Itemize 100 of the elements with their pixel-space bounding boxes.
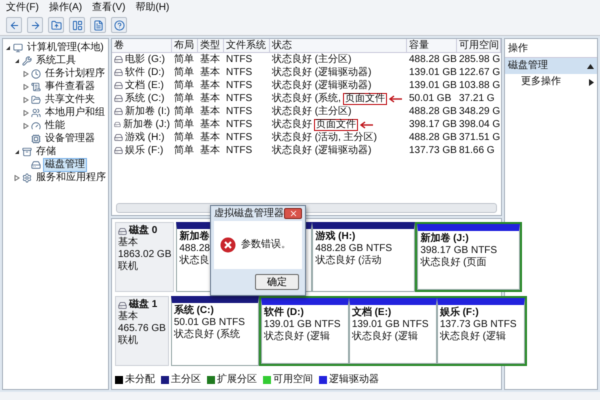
table-cell: 简单 xyxy=(174,118,194,130)
panel-icon xyxy=(72,20,82,30)
column-header[interactable]: 容量 xyxy=(407,39,457,53)
table-cell: NTFS xyxy=(226,106,252,118)
table-cell: 简单 xyxy=(174,132,194,144)
tree-item[interactable]: 计算机管理(本地) xyxy=(25,40,106,54)
table-cell: 简单 xyxy=(174,80,194,92)
drive-icon xyxy=(114,81,123,90)
drive-icon xyxy=(114,120,121,129)
expand-icon[interactable] xyxy=(23,110,29,116)
partition-status: 状态良 xyxy=(179,255,210,267)
menu-item[interactable]: 查看(V) xyxy=(92,2,126,14)
partition-block[interactable]: 系统 (C:) 50.01 GB NTFS 状态良好 (系统 xyxy=(170,296,259,366)
column-header[interactable]: 类型 xyxy=(198,39,224,53)
table-cell: 新加卷 (J:) xyxy=(122,118,170,130)
table-cell: 基本 xyxy=(200,54,220,66)
expand-icon[interactable] xyxy=(23,122,29,128)
table-cell: NTFS xyxy=(226,118,252,130)
tree-item[interactable]: 系统工具 xyxy=(34,54,78,68)
disk-info-panel[interactable]: 磁盘 1 基本 465.76 GB 联机 xyxy=(115,296,169,366)
folder-icon xyxy=(31,94,41,104)
partition-name: 新加卷 xyxy=(179,231,210,243)
expand-icon[interactable] xyxy=(14,174,20,180)
partition-size: 50.01 GB NTFS xyxy=(174,317,245,328)
toolbar-button[interactable] xyxy=(27,17,43,33)
table-cell: 状态良好 (逻辑驱动器) xyxy=(272,80,372,92)
close-button[interactable] xyxy=(284,208,302,219)
tree-item[interactable]: 本地用户和组 xyxy=(43,106,107,120)
expand-icon[interactable] xyxy=(23,96,29,102)
tree-item[interactable]: 性能 xyxy=(43,118,67,132)
table-cell: 139.01 GB xyxy=(409,66,457,78)
toolbar-button[interactable] xyxy=(111,17,127,33)
partition-block[interactable]: 软件 (D:) 139.01 GB NTFS 状态良好 (逻辑 xyxy=(260,298,349,364)
column-header[interactable]: 可用空间 xyxy=(457,39,501,53)
error-message: 参数错误。 xyxy=(241,239,291,251)
toolbar-button[interactable] xyxy=(69,17,85,33)
table-cell: 简单 xyxy=(174,66,194,78)
action-item[interactable]: 更多操作 xyxy=(505,74,597,90)
partition-status: 状态良好 (逻辑 xyxy=(264,331,330,343)
table-cell: 基本 xyxy=(200,132,220,144)
menu-item[interactable]: 文件(F) xyxy=(6,2,39,14)
disk-type: 基本 xyxy=(118,311,139,323)
partition-name: 新加卷 (J:) xyxy=(420,233,469,245)
ok-button[interactable]: 确定 xyxy=(255,274,299,290)
column-header[interactable]: 文件系统 xyxy=(224,39,270,53)
partition-block[interactable]: 娱乐 (F:) 137.73 GB NTFS 状态良好 (逻辑 xyxy=(436,298,525,364)
partition-size: 488.28 GB NTFS xyxy=(315,243,392,254)
expand-icon[interactable] xyxy=(23,70,29,76)
tree-item[interactable]: 任务计划程序 xyxy=(43,66,107,80)
action-label: 更多操作 xyxy=(521,76,561,88)
table-cell: 488.28 GB xyxy=(409,54,457,66)
partition-block[interactable]: 文档 (E:) 139.01 GB NTFS 状态良好 (逻辑 xyxy=(348,298,437,364)
collapse-icon[interactable] xyxy=(14,148,20,154)
menu-item[interactable]: 帮助(H) xyxy=(135,2,170,14)
tree-item[interactable]: 事件查看器 xyxy=(43,80,97,94)
disk-info-panel[interactable]: 磁盘 0 基本 1863.02 GB 联机 xyxy=(115,222,174,292)
column-header[interactable]: 状态 xyxy=(270,39,407,53)
partition-name: 游戏 (H:) xyxy=(315,231,356,243)
disk-name: 磁盘 0 xyxy=(129,225,158,236)
partition-block[interactable]: 新加卷 (J:) 398.17 GB NTFS 状态良好 (页面 xyxy=(417,224,520,290)
table-cell: 系统 (C:) xyxy=(125,92,164,104)
partition-status: 状态良好 (页面 xyxy=(420,257,486,269)
table-cell: 398.04 G xyxy=(459,118,500,130)
wrench-icon xyxy=(22,56,32,66)
expand-icon[interactable] xyxy=(23,84,29,90)
monitor-icon xyxy=(13,42,23,52)
error-icon xyxy=(220,237,236,253)
column-header[interactable]: 卷 xyxy=(112,39,172,53)
partition-status: 状态良好 (逻辑 xyxy=(440,331,506,343)
column-header[interactable]: 布局 xyxy=(172,39,198,53)
chip-icon xyxy=(31,134,41,144)
table-cell: 状态良好 (逻辑驱动器) xyxy=(272,66,372,78)
collapse-icon[interactable] xyxy=(587,64,594,68)
action-section-header[interactable]: 磁盘管理 xyxy=(505,58,597,74)
table-cell: 122.67 G xyxy=(459,66,500,78)
tree-item[interactable]: 存储 xyxy=(34,144,58,158)
table-cell: 基本 xyxy=(200,66,220,78)
tree-item[interactable]: 设备管理器 xyxy=(43,132,97,146)
table-cell: 简单 xyxy=(174,144,194,156)
legend-label: 可用空间 xyxy=(273,374,313,386)
forward-icon xyxy=(30,20,40,30)
menu-item[interactable]: 操作(A) xyxy=(48,2,82,14)
table-cell: 新加卷 (I:) xyxy=(125,106,170,118)
legend-label: 主分区 xyxy=(171,374,201,386)
tree-item[interactable]: 共享文件夹 xyxy=(43,92,97,106)
partition-block[interactable]: 游戏 (H:) 488.28 GB NTFS 状态良好 (活动 xyxy=(312,222,416,292)
toolbar-button[interactable] xyxy=(48,17,64,33)
scroll-icon xyxy=(31,82,41,92)
table-cell: 状态良好 (主分区) xyxy=(272,54,352,66)
collapse-icon[interactable] xyxy=(14,58,20,64)
collapse-icon[interactable] xyxy=(5,44,11,50)
toolbar-button[interactable] xyxy=(90,17,106,33)
table-cell: 137.73 GB xyxy=(409,144,457,156)
tree-item[interactable]: 服务和应用程序 xyxy=(34,170,108,184)
table-cell: NTFS xyxy=(226,92,252,104)
table-cell: 简单 xyxy=(174,106,194,118)
tree-item[interactable]: 磁盘管理 xyxy=(43,158,87,172)
drive-icon xyxy=(114,68,123,77)
toolbar-button[interactable] xyxy=(6,17,22,33)
partition-size: 139.01 GB NTFS xyxy=(264,319,341,330)
